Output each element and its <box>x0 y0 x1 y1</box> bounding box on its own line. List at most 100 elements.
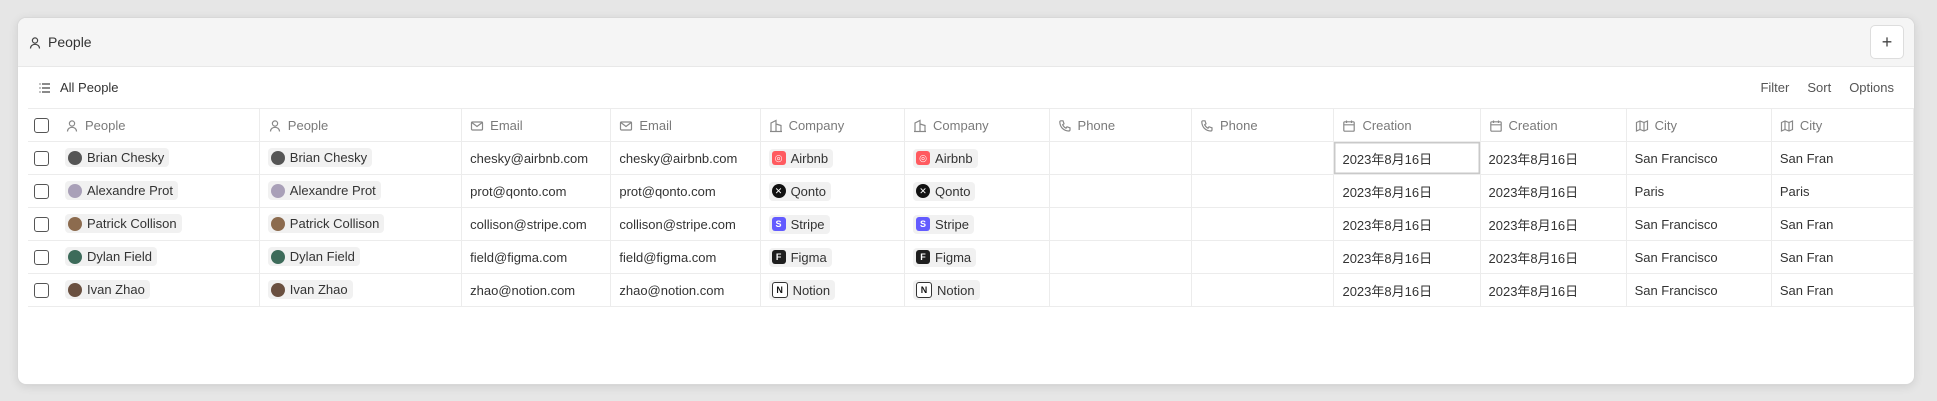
creation-cell[interactable]: 2023年8月16日 <box>1333 207 1481 241</box>
column-header-people[interactable]: People <box>259 108 463 142</box>
sort-button[interactable]: Sort <box>1807 80 1831 95</box>
person-chip[interactable]: Brian Chesky <box>267 148 373 168</box>
phone-cell[interactable] <box>1049 273 1193 307</box>
table-row[interactable]: Ivan Zhao Ivan Zhao zhao@notion.com zhao@no… <box>28 273 1914 307</box>
email-cell[interactable]: collison@stripe.com <box>610 207 761 241</box>
city-cell[interactable]: San Fran <box>1771 207 1914 241</box>
email-cell[interactable]: collison@stripe.com <box>461 207 612 241</box>
people-cell[interactable]: Alexandre Prot <box>56 174 260 208</box>
column-header-phone[interactable]: Phone <box>1049 108 1193 142</box>
creation-cell[interactable]: 2023年8月16日 <box>1333 240 1481 274</box>
people-cell[interactable]: Alexandre Prot <box>259 174 463 208</box>
person-chip[interactable]: Brian Chesky <box>64 148 170 168</box>
email-cell[interactable]: zhao@notion.com <box>461 273 612 307</box>
person-chip[interactable]: Patrick Collison <box>267 214 385 234</box>
phone-cell[interactable] <box>1191 174 1335 208</box>
company-cell[interactable]: F Figma <box>904 240 1050 274</box>
company-cell[interactable]: S Stripe <box>904 207 1050 241</box>
phone-cell[interactable] <box>1049 207 1193 241</box>
email-cell[interactable]: prot@qonto.com <box>610 174 761 208</box>
row-checkbox[interactable] <box>34 217 49 233</box>
table-row[interactable]: Brian Chesky Brian Chesky chesky@airbnb.co… <box>28 141 1914 175</box>
company-cell[interactable]: ◎ Airbnb <box>904 141 1050 175</box>
creation-cell[interactable]: 2023年8月16日 <box>1480 141 1627 175</box>
row-checkbox[interactable] <box>34 151 49 167</box>
person-chip[interactable]: Ivan Zhao <box>267 280 353 300</box>
people-cell[interactable]: Patrick Collison <box>56 207 260 241</box>
company-chip[interactable]: F Figma <box>913 247 977 267</box>
people-cell[interactable]: Brian Chesky <box>259 141 463 175</box>
column-header-creation[interactable]: Creation <box>1333 108 1481 142</box>
city-cell[interactable]: San Francisco <box>1626 141 1772 175</box>
city-cell[interactable]: Paris <box>1626 174 1772 208</box>
company-chip[interactable]: S Stripe <box>913 214 975 234</box>
company-chip[interactable]: ◎ Airbnb <box>913 148 978 168</box>
phone-cell[interactable] <box>1049 174 1193 208</box>
options-button[interactable]: Options <box>1849 80 1894 95</box>
email-cell[interactable]: chesky@airbnb.com <box>610 141 761 175</box>
phone-cell[interactable] <box>1191 240 1335 274</box>
company-cell[interactable]: S Stripe <box>760 207 906 241</box>
column-header-creation[interactable]: Creation <box>1480 108 1627 142</box>
column-header-phone[interactable]: Phone <box>1191 108 1335 142</box>
column-header-email[interactable]: Email <box>610 108 761 142</box>
row-checkbox[interactable] <box>34 283 49 299</box>
column-header-company[interactable]: Company <box>904 108 1050 142</box>
people-cell[interactable]: Dylan Field <box>56 240 260 274</box>
row-checkbox[interactable] <box>34 250 49 266</box>
company-cell[interactable]: N Notion <box>904 273 1050 307</box>
select-all-checkbox[interactable] <box>34 118 49 134</box>
email-cell[interactable]: zhao@notion.com <box>610 273 761 307</box>
city-cell[interactable]: San Fran <box>1771 240 1914 274</box>
creation-cell[interactable]: 2023年8月16日 <box>1333 273 1481 307</box>
company-chip[interactable]: F Figma <box>768 247 832 267</box>
table-row[interactable]: Patrick Collison Patrick Collison collison… <box>28 207 1914 241</box>
creation-cell[interactable]: 2023年8月16日 <box>1333 174 1481 208</box>
column-header-email[interactable]: Email <box>461 108 612 142</box>
people-cell[interactable]: Ivan Zhao <box>259 273 463 307</box>
phone-cell[interactable] <box>1049 141 1193 175</box>
email-cell[interactable]: field@figma.com <box>610 240 761 274</box>
person-chip[interactable]: Patrick Collison <box>64 214 182 234</box>
city-cell[interactable]: Paris <box>1771 174 1914 208</box>
creation-cell[interactable]: 2023年8月16日 <box>1480 240 1627 274</box>
creation-cell[interactable]: 2023年8月16日 <box>1480 207 1627 241</box>
company-chip[interactable]: N Notion <box>913 280 980 300</box>
filter-button[interactable]: Filter <box>1760 80 1789 95</box>
city-cell[interactable]: San Fran <box>1771 141 1914 175</box>
add-record-button[interactable]: + <box>1870 25 1904 59</box>
creation-cell[interactable]: 2023年8月16日 <box>1480 174 1627 208</box>
company-chip[interactable]: N Notion <box>768 280 836 300</box>
company-chip[interactable]: ✕ Qonto <box>768 181 831 201</box>
person-chip[interactable]: Dylan Field <box>267 247 360 267</box>
phone-cell[interactable] <box>1191 141 1335 175</box>
company-cell[interactable]: N Notion <box>760 273 906 307</box>
company-chip[interactable]: ✕ Qonto <box>913 181 976 201</box>
creation-cell[interactable]: 2023年8月16日 <box>1480 273 1627 307</box>
view-selector[interactable]: All People <box>38 79 119 95</box>
creation-cell[interactable]: 2023年8月16日 <box>1333 141 1481 175</box>
company-chip[interactable]: S Stripe <box>768 214 830 234</box>
people-cell[interactable]: Ivan Zhao <box>56 273 260 307</box>
city-cell[interactable]: San Francisco <box>1626 273 1772 307</box>
phone-cell[interactable] <box>1191 273 1335 307</box>
city-cell[interactable]: San Fran <box>1771 273 1914 307</box>
row-checkbox[interactable] <box>34 184 49 200</box>
company-cell[interactable]: ✕ Qonto <box>904 174 1050 208</box>
column-header-people[interactable]: People <box>56 108 260 142</box>
company-cell[interactable]: F Figma <box>760 240 906 274</box>
company-cell[interactable]: ✕ Qonto <box>760 174 906 208</box>
person-chip[interactable]: Dylan Field <box>64 247 158 267</box>
city-cell[interactable]: San Francisco <box>1626 207 1772 241</box>
table-row[interactable]: Alexandre Prot Alexandre Prot prot@qonto.c… <box>28 174 1914 208</box>
email-cell[interactable]: field@figma.com <box>461 240 612 274</box>
column-header-city[interactable]: City <box>1626 108 1772 142</box>
people-cell[interactable]: Dylan Field <box>259 240 463 274</box>
company-cell[interactable]: ◎ Airbnb <box>760 141 906 175</box>
person-chip[interactable]: Ivan Zhao <box>64 280 150 300</box>
email-cell[interactable]: prot@qonto.com <box>461 174 612 208</box>
city-cell[interactable]: San Francisco <box>1626 240 1772 274</box>
person-chip[interactable]: Alexandre Prot <box>267 181 381 201</box>
email-cell[interactable]: chesky@airbnb.com <box>461 141 612 175</box>
company-chip[interactable]: ◎ Airbnb <box>768 148 834 168</box>
